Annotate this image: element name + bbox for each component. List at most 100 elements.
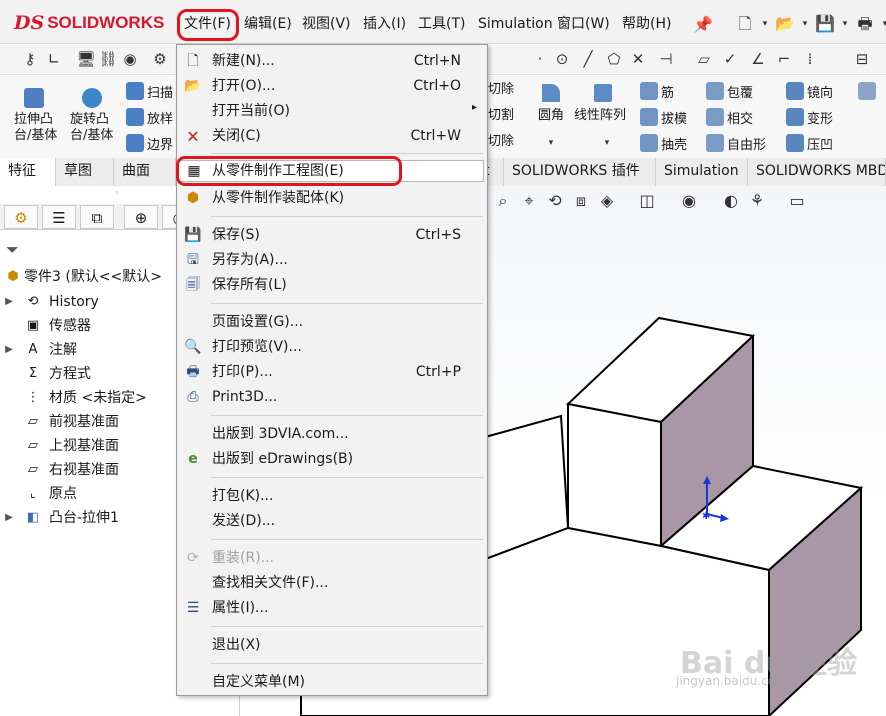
extrude-boss-button[interactable]: 拉伸凸 台/基体: [14, 88, 62, 144]
menu-view[interactable]: 视图(V): [302, 14, 351, 34]
new-document-icon[interactable]: 🗋: [734, 13, 756, 35]
relation-icon[interactable]: ▱: [694, 49, 714, 69]
dropdown-arrow-icon[interactable]: ▾: [760, 13, 770, 35]
rib-button[interactable]: 筋: [640, 82, 674, 102]
draft-button[interactable]: 拔模: [640, 108, 687, 128]
menu-item-print-preview[interactable]: 🔍 打印预览(V)...: [177, 335, 487, 359]
intersect-button[interactable]: 相交: [706, 108, 753, 128]
expand-arrow-icon[interactable]: ▶: [4, 507, 14, 529]
tab-solidworks-mbd[interactable]: SOLIDWORKS MBD: [748, 158, 886, 186]
tab-surfaces[interactable]: 曲面: [114, 158, 176, 186]
rectangle-icon[interactable]: ⌐: [774, 49, 794, 69]
boundary-button[interactable]: 边界: [126, 134, 173, 154]
tab-solidworks-addins[interactable]: SOLIDWORKS 插件: [504, 158, 656, 186]
extend-icon[interactable]: ⊣: [656, 49, 676, 69]
fillet-button[interactable]: 圆角: [538, 84, 566, 124]
cut-button-2[interactable]: 切割: [488, 108, 514, 124]
view-settings-icon[interactable]: ▭: [786, 190, 808, 212]
menu-item-pack-and-go[interactable]: 打包(K)...: [177, 484, 487, 508]
menu-simulation[interactable]: Simulation: [478, 14, 553, 34]
print-icon[interactable]: 🖶: [854, 13, 876, 35]
dropdown-arrow-icon[interactable]: ▾: [880, 13, 886, 35]
zoom-area-icon[interactable]: ⌖: [518, 190, 540, 212]
open-folder-icon[interactable]: 📂: [774, 13, 796, 35]
dropdown-arrow-icon[interactable]: ▾: [596, 132, 618, 154]
key-icon[interactable]: ⚷: [20, 49, 40, 69]
menu-tools[interactable]: 工具(T): [418, 14, 465, 34]
menu-item-page-setup[interactable]: 页面设置(G)...: [177, 310, 487, 334]
menu-help[interactable]: 帮助(H): [622, 14, 671, 34]
menu-item-save-all[interactable]: 🗐 保存所有(L): [177, 273, 487, 297]
property-manager-tab-icon[interactable]: ☰: [42, 205, 76, 229]
menu-item-close[interactable]: 🗙 关闭(C) Ctrl+W: [177, 124, 487, 148]
indent-button[interactable]: 压凹: [786, 134, 833, 154]
line-icon[interactable]: ╱: [578, 49, 598, 69]
hide-show-icon[interactable]: ◉: [678, 190, 700, 212]
gear-icon[interactable]: ⚙: [150, 49, 170, 69]
circle-icon[interactable]: ⊙: [552, 49, 572, 69]
menu-item-open-current[interactable]: 打开当前(O) ▸: [177, 99, 487, 123]
expand-arrow-icon[interactable]: ▶: [4, 339, 14, 361]
menu-item-save-as[interactable]: 🖫 另存为(A)...: [177, 248, 487, 272]
section-view-icon[interactable]: ⧈: [570, 190, 592, 212]
dropdown-arrow-icon[interactable]: ▾: [800, 13, 810, 35]
menu-item-find-references[interactable]: 查找相关文件(F)...: [177, 571, 487, 595]
menu-item-open[interactable]: 📂 打开(O)... Ctrl+O: [177, 74, 487, 98]
menu-item-publish-edrawings[interactable]: e 出版到 eDrawings(B): [177, 447, 487, 471]
revolve-boss-button[interactable]: 旋转凸 台/基体: [70, 88, 118, 144]
monitor-icon[interactable]: 🖥: [76, 49, 96, 69]
deform-button[interactable]: 变形: [786, 108, 833, 128]
check-icon[interactable]: ✓: [720, 49, 740, 69]
menu-item-publish-3dvia[interactable]: 出版到 3DVIA.com...: [177, 422, 487, 446]
menu-item-new[interactable]: 🗋 新建(N)... Ctrl+N: [177, 49, 487, 73]
menu-item-print3d[interactable]: ⎙ Print3D...: [177, 385, 487, 409]
dropdown-arrow-icon[interactable]: ▾: [840, 13, 850, 35]
panel-grip-icon[interactable]: ◦: [114, 188, 120, 199]
trim-icon[interactable]: ✕: [628, 49, 648, 69]
linear-pattern-button[interactable]: 线性阵列: [574, 84, 636, 124]
cut-button-1[interactable]: 切除: [488, 82, 514, 98]
save-disk-icon[interactable]: 💾: [814, 13, 836, 35]
display-style-icon[interactable]: ◫: [636, 190, 658, 212]
menu-insert[interactable]: 插入(I): [363, 14, 406, 34]
previous-view-icon[interactable]: ⟲: [544, 190, 566, 212]
grid-icon[interactable]: ⁞: [800, 49, 820, 69]
edit-appearance-icon[interactable]: ◐: [720, 190, 742, 212]
smart-dimension-icon[interactable]: ⊟: [852, 49, 872, 69]
shell-button[interactable]: 抽壳: [640, 134, 687, 154]
sweep-button[interactable]: 扫描: [126, 82, 173, 102]
menu-item-make-assembly[interactable]: ⬢ 从零件制作装配体(K): [177, 186, 487, 210]
mirror-button[interactable]: 镜向: [786, 82, 833, 102]
loft-button[interactable]: 放样: [126, 108, 173, 128]
tab-simulation[interactable]: Simulation: [656, 158, 748, 186]
dimxpert-tab-icon[interactable]: ⊕: [124, 205, 158, 229]
feature-manager-tab-icon[interactable]: ⚙: [4, 205, 38, 229]
menu-item-exit[interactable]: 退出(X): [177, 633, 487, 657]
model-face-front-upper[interactable]: [567, 402, 662, 548]
menu-edit[interactable]: 编辑(E): [244, 14, 292, 34]
angle-icon[interactable]: ∟: [44, 49, 64, 69]
menu-item-customize-menu[interactable]: 自定义菜单(M): [177, 670, 487, 694]
apply-scene-icon[interactable]: ⚘: [746, 190, 768, 212]
menu-item-properties[interactable]: ☰ 属性(I)...: [177, 596, 487, 620]
globe-icon[interactable]: ◉: [120, 49, 140, 69]
menu-item-send[interactable]: 发送(D)...: [177, 509, 487, 533]
wrap-button[interactable]: 包覆: [706, 82, 753, 102]
configuration-manager-tab-icon[interactable]: ⧉: [80, 205, 114, 229]
more-button[interactable]: [858, 82, 879, 102]
view-orientation-icon[interactable]: ◈: [596, 190, 618, 212]
pin-icon[interactable]: 📌: [692, 14, 714, 36]
menu-item-print[interactable]: 🖶 打印(P)... Ctrl+P: [177, 360, 487, 384]
freeform-button[interactable]: 自由形: [706, 134, 766, 154]
expand-arrow-icon[interactable]: ▶: [4, 291, 14, 313]
polygon-icon[interactable]: ⬠: [604, 49, 624, 69]
menu-item-save[interactable]: 💾 保存(S) Ctrl+S: [177, 223, 487, 247]
filter-icon[interactable]: ⏷: [6, 240, 19, 260]
tab-features[interactable]: 特征: [0, 158, 56, 186]
network-icon[interactable]: ⛓: [98, 49, 118, 69]
zoom-to-fit-icon[interactable]: ⌕: [492, 190, 514, 212]
menu-window[interactable]: 窗口(W): [557, 14, 610, 34]
dimension-icon[interactable]: ∠: [748, 49, 768, 69]
tab-sketch[interactable]: 草图: [56, 158, 114, 186]
cut-button-3[interactable]: 切除: [488, 134, 514, 150]
